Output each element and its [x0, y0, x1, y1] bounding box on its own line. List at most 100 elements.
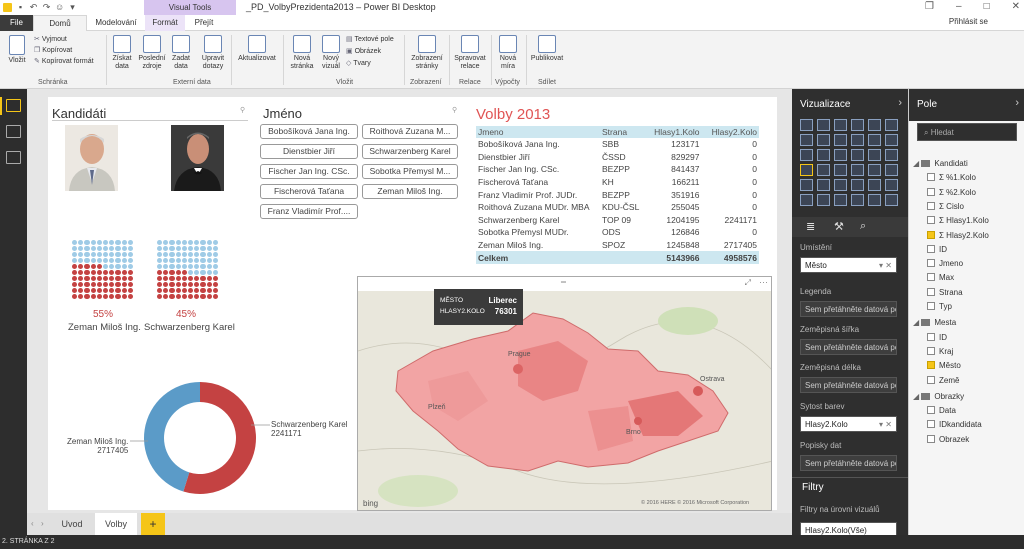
location-well[interactable]: Město ▾ ✕ [800, 257, 897, 273]
checkbox[interactable] [927, 302, 935, 310]
color-saturation-well[interactable]: Hlasy2.Kolo ▾ ✕ [800, 416, 897, 432]
visual-type-icon[interactable] [800, 134, 813, 146]
checkbox[interactable] [927, 259, 935, 268]
checkbox[interactable] [927, 244, 935, 253]
get-data-button[interactable]: Získat data [110, 35, 134, 71]
checkbox[interactable] [927, 375, 935, 384]
restore-icon[interactable]: ❐ [925, 1, 934, 12]
field-item[interactable]: Data [927, 404, 1024, 417]
slicer-item[interactable]: Franz Vladimír Prof.... [260, 204, 358, 219]
visual-type-icon[interactable] [800, 194, 813, 206]
visual-type-icon[interactable] [885, 194, 898, 206]
visual-type-icon[interactable] [868, 149, 881, 161]
chevron-down-icon[interactable]: ▾ [68, 3, 77, 12]
remove-icon[interactable]: ▾ ✕ [879, 420, 892, 429]
tab-go[interactable]: Přejít [185, 15, 223, 31]
page-view-button[interactable]: Zobrazení stránky [408, 35, 446, 71]
field-item[interactable]: Strana [927, 286, 1024, 299]
analytics-icon[interactable]: ⌕ [860, 220, 866, 233]
pin-icon[interactable]: ⚲ [452, 106, 457, 114]
close-icon[interactable]: ✕ [1012, 1, 1020, 12]
legend-well[interactable]: Sem přetáhněte datová pole. [800, 301, 897, 317]
visual-type-icon[interactable] [851, 194, 864, 206]
visual-type-icon[interactable] [817, 164, 830, 176]
table-row[interactable]: Dienstbier Jiří ČSSD 829297 0 [476, 151, 759, 164]
shapes-button[interactable]: ◇ Tvary [346, 59, 371, 69]
visual-type-icon[interactable] [885, 134, 898, 146]
visual-type-icon[interactable] [834, 149, 847, 161]
field-item[interactable]: Σ %1.Kolo [927, 171, 1024, 184]
visual-type-icon[interactable] [851, 164, 864, 176]
pin-icon[interactable]: ⚲ [240, 106, 245, 114]
more-options-icon[interactable]: ··· [759, 277, 768, 287]
color-sat-field-chip[interactable]: Hlasy2.Kolo [805, 420, 848, 429]
chevron-right-icon[interactable]: › [898, 97, 902, 109]
visual-type-icon[interactable] [885, 119, 898, 131]
longitude-well[interactable]: Sem přetáhněte datová pole. [800, 377, 897, 393]
cut-button[interactable]: ✂ Vyjmout [34, 35, 67, 45]
smiley-icon[interactable]: ☺ [55, 3, 64, 12]
refresh-button[interactable]: Aktualizovat [234, 35, 280, 63]
visual-type-icon[interactable] [800, 164, 813, 176]
visual-type-icon[interactable] [834, 164, 847, 176]
latitude-well[interactable]: Sem přetáhněte datová pole. [800, 339, 897, 355]
format-painter-button[interactable]: ✎ Kopírovat formát [34, 57, 94, 67]
table-row[interactable]: Franz Vladimír Prof. JUDr. BEZPP 351916 0 [476, 188, 759, 201]
prev-page-icon[interactable]: ‹ [31, 519, 34, 528]
slicer-item[interactable]: Dienstbier Jiří [260, 144, 358, 159]
visual-type-icon[interactable] [868, 179, 881, 191]
visual-type-icon[interactable] [817, 194, 830, 206]
visual-type-icon[interactable] [851, 179, 864, 191]
col-header-hlasy1[interactable]: Hlasy1.Kolo [644, 126, 702, 138]
slicer-item[interactable]: Zeman Miloš Ing. [362, 184, 458, 199]
relationships-view-icon[interactable] [6, 151, 21, 164]
visual-type-icon[interactable] [885, 179, 898, 191]
maximize-icon[interactable]: □ [984, 1, 990, 12]
visual-type-icon[interactable] [817, 149, 830, 161]
field-item[interactable]: Σ Hlasy1.Kolo [927, 214, 1024, 227]
table-row[interactable]: Schwarzenberg Karel TOP 09 1204195 2241171 [476, 214, 759, 227]
undo-icon[interactable]: ↶ [29, 3, 38, 12]
fields-search-input[interactable]: ⌕ Hledat [917, 123, 1017, 141]
recent-sources-button[interactable]: Poslední zdroje [136, 35, 168, 71]
tab-home[interactable]: Domů [33, 15, 87, 31]
checkbox[interactable] [927, 187, 935, 196]
tab-format[interactable]: Formát [145, 15, 185, 31]
visual-type-icon[interactable] [834, 119, 847, 131]
sign-in-link[interactable]: Přihlásit se [949, 17, 988, 26]
field-item[interactable]: Kraj [927, 345, 1024, 358]
col-header-hlasy2[interactable]: Hlasy2.Kolo [701, 126, 759, 138]
tab-file[interactable]: File [0, 15, 33, 31]
tooltips-well[interactable]: Sem přetáhněte datová pole. [800, 455, 897, 471]
slicer-item[interactable]: Schwarzenberg Karel [362, 144, 458, 159]
slicer-item[interactable]: Fischerová Taťana [260, 184, 358, 199]
new-measure-button[interactable]: Nová míra [494, 35, 522, 71]
next-page-icon[interactable]: › [41, 519, 44, 528]
field-item[interactable]: Město [927, 359, 1024, 372]
table-row[interactable]: Bobošíková Jana Ing. SBB 123171 0 [476, 138, 759, 151]
report-view-icon[interactable] [6, 99, 21, 112]
add-page-button[interactable]: + [141, 513, 165, 535]
field-table-obrazky[interactable]: ◢ Obrazky [913, 390, 1021, 403]
visual-type-icon[interactable] [851, 119, 864, 131]
checkbox[interactable] [927, 173, 935, 182]
checkbox[interactable] [927, 201, 935, 210]
manage-relationships-button[interactable]: Spravovat relace [452, 35, 488, 71]
field-item[interactable]: Obrazek [927, 433, 1024, 446]
page-tab-uvod[interactable]: Uvod [53, 513, 91, 535]
new-page-button[interactable]: Nová stránka [286, 35, 318, 71]
table-row[interactable]: Fischerová Taťana KH 166211 0 [476, 176, 759, 189]
checkbox[interactable] [927, 273, 935, 282]
page-tab-volby[interactable]: Volby [95, 513, 137, 535]
visual-type-icon[interactable] [868, 119, 881, 131]
checkbox[interactable] [927, 332, 935, 341]
enter-data-button[interactable]: Zadat data [170, 35, 192, 71]
table-row[interactable]: Fischer Jan Ing. CSc. BEZPP 841437 0 [476, 163, 759, 176]
field-item[interactable]: Σ Cislo [927, 200, 1024, 213]
field-item[interactable]: Σ %2.Kolo [927, 186, 1024, 199]
paste-button[interactable]: Vložit [4, 35, 30, 65]
filled-map-visual[interactable]: ═ ⤢ ··· Prague Brno Plzeň Ostrava bing ©… [357, 276, 772, 511]
checkbox[interactable] [927, 361, 935, 370]
visual-type-icon[interactable] [817, 134, 830, 146]
field-item[interactable]: Země [927, 374, 1024, 387]
